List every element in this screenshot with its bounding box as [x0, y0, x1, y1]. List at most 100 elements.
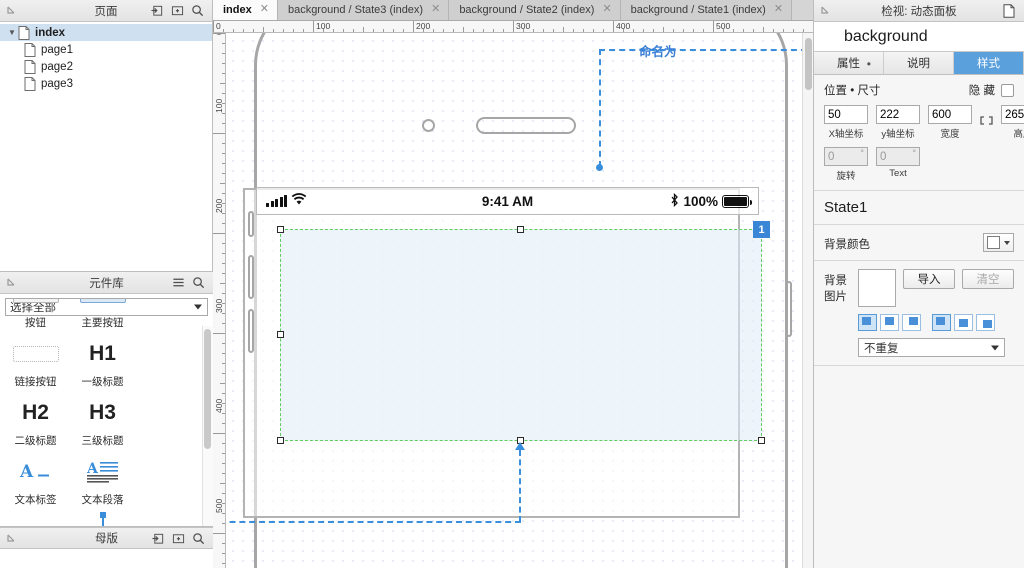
- ruler-tick: [543, 29, 544, 32]
- background-image-label: 背景图片: [824, 275, 847, 303]
- library-item-label: 二级标题: [14, 435, 57, 447]
- selected-dynamic-panel[interactable]: 1: [277, 221, 770, 444]
- library-item-h1[interactable]: H1 一级标题: [69, 332, 136, 391]
- resize-handle-bl[interactable]: [277, 437, 284, 444]
- collapse-arrow-icon[interactable]: [0, 534, 22, 543]
- background-repeat-value: 不重复: [864, 342, 899, 355]
- tree-item-page2[interactable]: page2: [0, 58, 212, 75]
- canvas-scrollbar-thumb[interactable]: [805, 38, 812, 90]
- search-icon[interactable]: [192, 532, 205, 545]
- ruler-tick: [473, 29, 474, 32]
- tab-background-state3[interactable]: background / State3 (index) ✕: [277, 0, 450, 20]
- add-folder-icon[interactable]: [172, 532, 185, 545]
- menu-icon[interactable]: [172, 276, 185, 289]
- rotation-input[interactable]: [824, 147, 868, 166]
- width-input[interactable]: [928, 105, 972, 124]
- align-top-left-button[interactable]: [858, 314, 877, 331]
- design-board[interactable]: 9:41 AM 100% 1 命名为: [226, 33, 813, 568]
- x-coordinate-label: X轴坐标: [828, 129, 864, 140]
- library-item-vertical-line[interactable]: 垂直线: [69, 509, 136, 526]
- ruler-tick: [222, 453, 225, 454]
- expand-triangle-icon[interactable]: ▼: [6, 28, 18, 37]
- tab-style[interactable]: 样式: [954, 52, 1024, 74]
- hidden-checkbox[interactable]: [1001, 83, 1014, 97]
- ruler-tick: [222, 543, 225, 544]
- close-icon[interactable]: ✕: [602, 4, 611, 15]
- background-color-picker[interactable]: [983, 233, 1014, 252]
- library-item-h3[interactable]: H3 三级标题: [69, 391, 136, 450]
- resize-handle-tc[interactable]: [517, 226, 524, 233]
- collapse-arrow-icon[interactable]: [0, 278, 22, 287]
- link-ratio-icon[interactable]: [980, 116, 993, 128]
- ruler-tick: [433, 29, 434, 32]
- ruler-tick: [663, 27, 664, 32]
- tree-item-page1[interactable]: page1: [0, 41, 212, 58]
- align-middle-right-button[interactable]: [976, 314, 995, 331]
- document-icon[interactable]: [1003, 4, 1016, 18]
- library-scroll-area[interactable]: 按钮 主要按钮 链接按钮 H1 一级标题 H2 二级标题 H3 三级标题 A 文…: [0, 299, 213, 526]
- tab-index[interactable]: index ✕: [213, 0, 278, 20]
- resize-handle-br[interactable]: [758, 437, 765, 444]
- add-folder-icon[interactable]: [171, 4, 184, 17]
- x-coordinate-input[interactable]: [824, 105, 868, 124]
- library-item-button[interactable]: 按钮: [2, 299, 69, 332]
- clear-image-button[interactable]: 清空: [962, 269, 1014, 289]
- y-coordinate-input[interactable]: [876, 105, 920, 124]
- align-middle-center-button[interactable]: [954, 314, 973, 331]
- inspector-tab-label: 样式: [977, 58, 1000, 70]
- library-item-horizontal-line[interactable]: 水平线: [2, 509, 69, 526]
- add-page-icon[interactable]: [151, 4, 164, 17]
- masters-panel: 母版: [0, 527, 213, 568]
- tab-background-state2[interactable]: background / State2 (index) ✕: [449, 0, 621, 20]
- close-icon[interactable]: ✕: [260, 4, 269, 15]
- ruler-tick: [220, 183, 225, 184]
- align-top-right-button[interactable]: [902, 314, 921, 331]
- tab-notes[interactable]: 说明: [884, 52, 954, 74]
- ruler-tick: [343, 29, 344, 32]
- canvas-area[interactable]: 0 100 200 300 400 500 600 700 0 100 200 …: [213, 21, 813, 568]
- ruler-tick: [222, 73, 225, 74]
- library-item-text-paragraph[interactable]: A 文本段落: [69, 450, 136, 509]
- text-rotation-input[interactable]: [876, 147, 920, 166]
- ruler-tick: [573, 29, 574, 32]
- height-input[interactable]: [1001, 105, 1024, 124]
- tree-item-page3[interactable]: page3: [0, 75, 212, 92]
- background-repeat-select[interactable]: 不重复: [858, 338, 1005, 357]
- arixiu-prototype-app: 页面 ▼ index page1 page2 page3 元件库 选择全部 按钮…: [0, 0, 1024, 568]
- tab-properties[interactable]: 属性 •: [814, 52, 884, 74]
- resize-handle-ml[interactable]: [277, 331, 284, 338]
- tab-background-state1[interactable]: background / State1 (index) ✕: [620, 0, 793, 20]
- search-icon[interactable]: [192, 276, 205, 289]
- library-scrollbar-thumb[interactable]: [204, 329, 211, 449]
- svg-text:A: A: [86, 461, 99, 477]
- x-coordinate-group: X轴坐标: [824, 105, 868, 140]
- library-item-link-button[interactable]: 链接按钮: [2, 332, 69, 391]
- phone-button-silent: [248, 211, 254, 237]
- import-image-button[interactable]: 导入: [903, 269, 955, 289]
- add-master-icon[interactable]: [152, 532, 165, 545]
- close-icon[interactable]: ✕: [774, 4, 783, 15]
- close-icon[interactable]: ✕: [431, 4, 440, 15]
- align-top-center-button[interactable]: [880, 314, 899, 331]
- pages-panel: 页面 ▼ index page1 page2 page3: [0, 0, 212, 272]
- library-item-h2[interactable]: H2 二级标题: [2, 391, 69, 450]
- object-name-field[interactable]: background: [814, 22, 1024, 52]
- align-middle-left-button[interactable]: [932, 314, 951, 331]
- collapse-arrow-icon[interactable]: [0, 6, 22, 15]
- tree-item-index[interactable]: ▼ index: [0, 24, 212, 41]
- height-group: 高度: [1001, 105, 1024, 140]
- background-image-preview[interactable]: [858, 269, 896, 307]
- ruler-tick: [222, 213, 225, 214]
- ruler-tick: [220, 83, 225, 84]
- ruler-tick: [222, 443, 225, 444]
- ruler-tick: [222, 63, 225, 64]
- library-item-text-label[interactable]: A 文本标签: [2, 450, 69, 509]
- search-icon[interactable]: [191, 4, 204, 17]
- resize-handle-tl[interactable]: [277, 226, 284, 233]
- collapse-arrow-icon[interactable]: [814, 6, 836, 15]
- ruler-tick: [273, 29, 274, 32]
- ruler-tick: [222, 93, 225, 94]
- ruler-tick: [693, 29, 694, 32]
- library-item-primary-button[interactable]: 主要按钮: [69, 299, 136, 332]
- canvas-vertical-scrollbar[interactable]: [802, 33, 813, 568]
